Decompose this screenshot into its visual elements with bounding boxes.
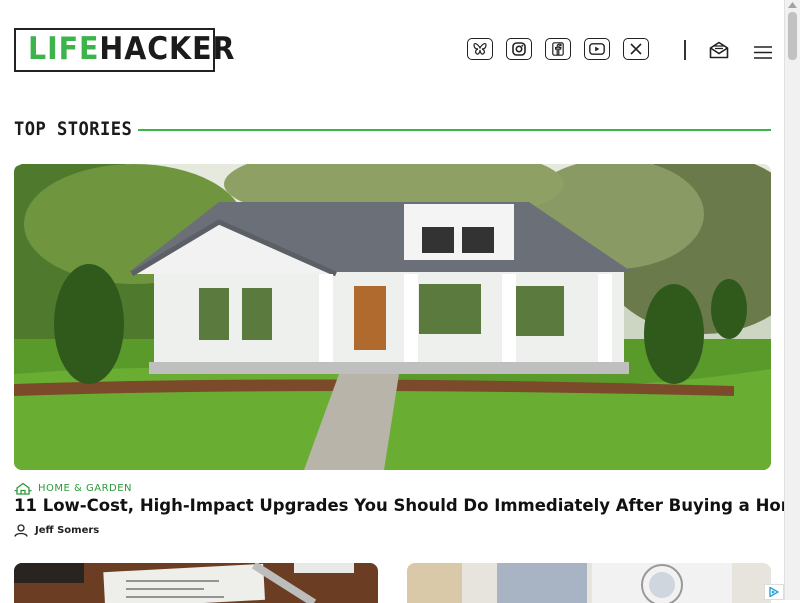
section-divider — [138, 129, 771, 131]
scrollbar-thumb[interactable] — [788, 12, 797, 60]
logo-hacker: HACKER — [99, 31, 236, 67]
newsletter-button[interactable] — [709, 41, 729, 63]
youtube-link[interactable] — [584, 38, 610, 60]
social-links — [467, 38, 649, 60]
hamburger-icon — [754, 46, 772, 59]
site-header: LIFEHACKER — [0, 0, 784, 100]
article-headline[interactable]: 11 Low-Cost, High-Impact Upgrades You Sh… — [14, 496, 800, 515]
header-divider — [684, 40, 686, 60]
instagram-icon — [512, 42, 526, 56]
section-title: TOP STORIES — [14, 118, 133, 140]
x-link[interactable] — [623, 38, 649, 60]
article-card-thumbnail[interactable] — [14, 563, 378, 603]
logo-life: LIFE — [28, 31, 100, 67]
bluesky-link[interactable] — [467, 38, 493, 60]
newsletter-icon — [709, 41, 729, 59]
hamburger-menu-button[interactable] — [754, 44, 772, 63]
home-garden-icon — [14, 482, 32, 495]
article-card-thumbnail[interactable] — [407, 563, 771, 603]
scroll-up-icon[interactable] — [788, 2, 797, 8]
user-icon — [14, 524, 28, 537]
bluesky-icon — [473, 42, 487, 55]
x-icon — [630, 43, 642, 55]
facebook-icon — [552, 42, 564, 56]
instagram-link[interactable] — [506, 38, 532, 60]
youtube-icon — [589, 43, 605, 55]
adchoices-icon — [769, 586, 779, 598]
category-label: HOME & GARDEN — [38, 483, 133, 494]
vertical-scrollbar[interactable] — [784, 0, 800, 600]
author-name: Jeff Somers — [35, 525, 100, 536]
logo-text: LIFEHACKER — [28, 31, 235, 67]
site-logo[interactable]: LIFEHACKER — [14, 28, 234, 72]
facebook-link[interactable] — [545, 38, 571, 60]
featured-image[interactable] — [14, 164, 771, 470]
adchoices-button[interactable] — [764, 584, 784, 600]
article-author[interactable]: Jeff Somers — [14, 524, 99, 537]
article-category[interactable]: HOME & GARDEN — [14, 482, 132, 495]
